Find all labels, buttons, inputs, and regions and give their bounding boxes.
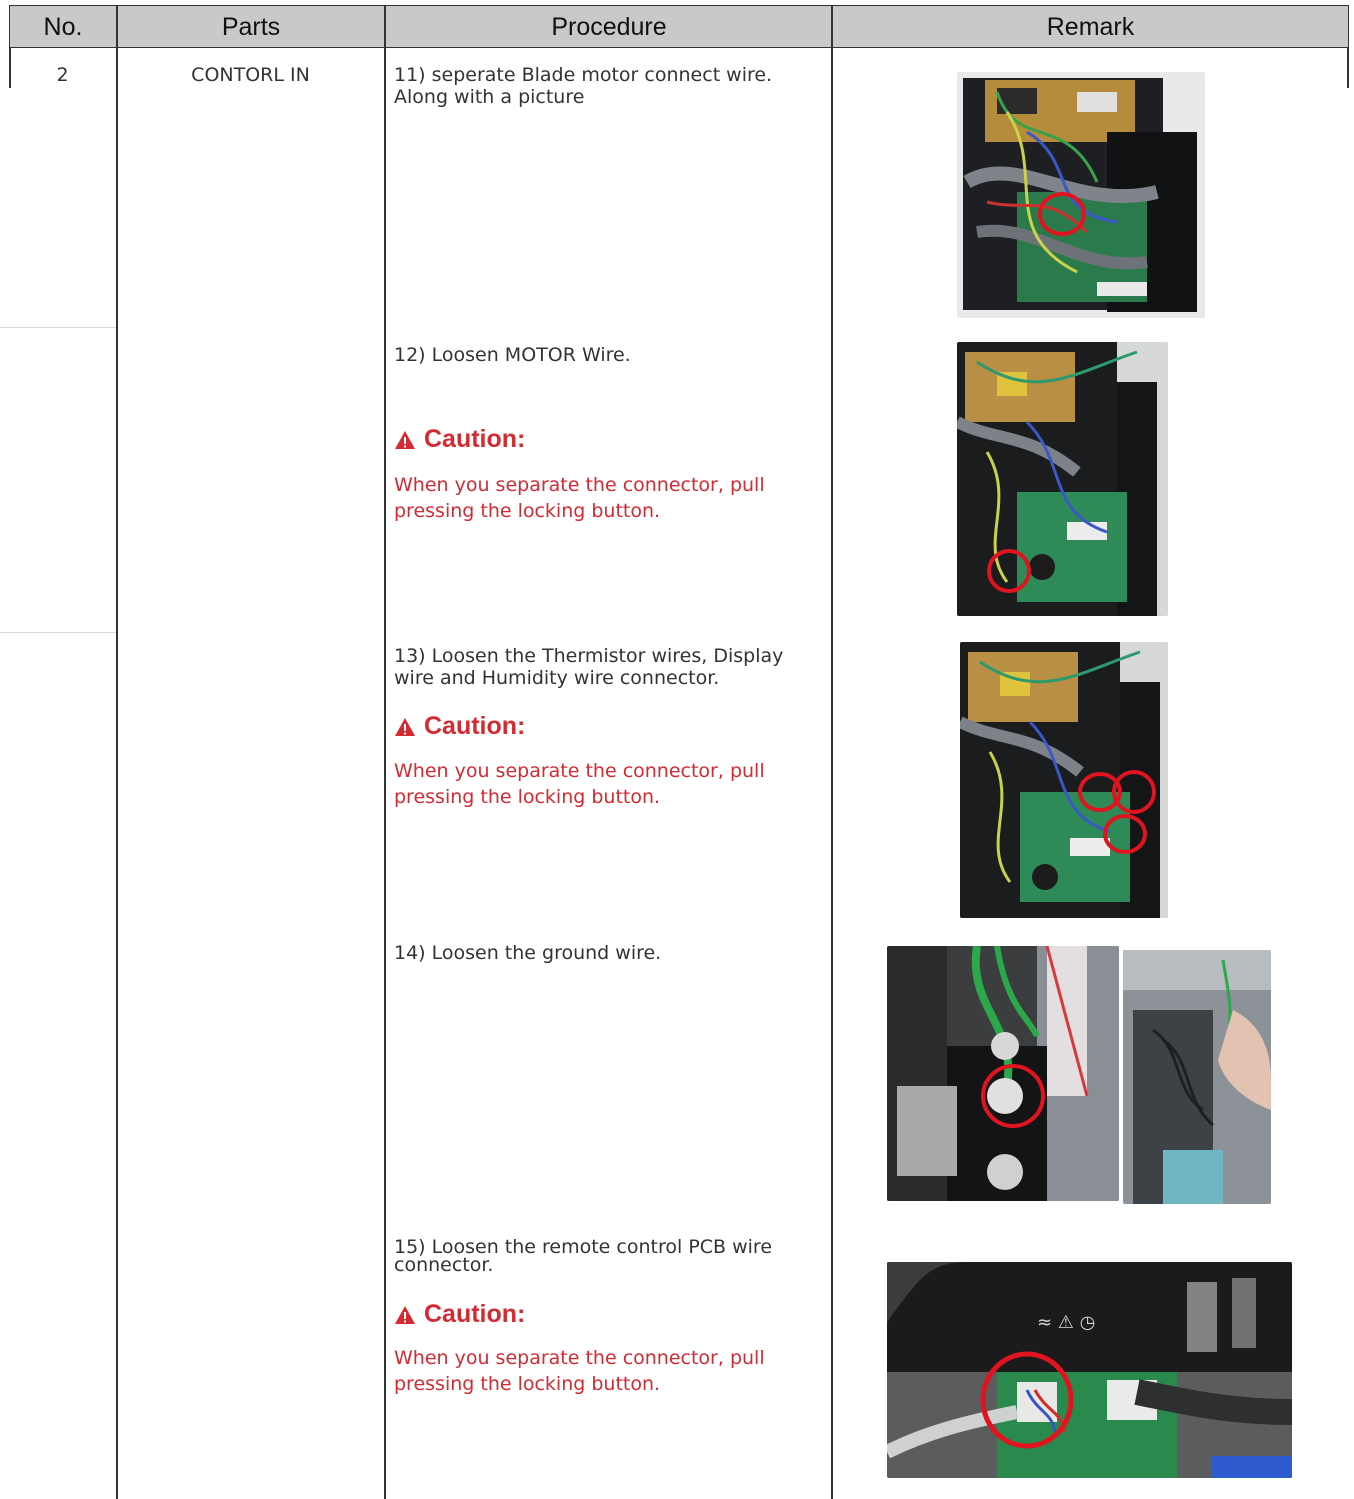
step-12-caution-title: Caution: xyxy=(394,425,525,454)
header-divider xyxy=(384,5,386,48)
step-11-text-line2: Along with a picture xyxy=(394,86,585,108)
row-separator xyxy=(0,327,116,328)
warning-triangle-icon xyxy=(395,430,415,449)
step-13-text-line1: 13) Loosen the Thermistor wires, Display xyxy=(394,645,784,667)
step-12-caution-body: When you separate the connector, pull pr… xyxy=(394,474,765,522)
caution-label: Caution: xyxy=(424,1300,526,1328)
column-divider xyxy=(1347,48,1349,88)
step-15-caution-body: When you separate the connector, pull pr… xyxy=(394,1347,765,1395)
photo-step-14-ground-wire-hand xyxy=(1123,950,1271,1204)
caution-label: Caution: xyxy=(424,712,526,740)
header-procedure: Procedure xyxy=(551,13,667,41)
column-divider xyxy=(116,48,118,1499)
svg-text:≈ ⚠ ◷: ≈ ⚠ ◷ xyxy=(1037,1312,1095,1333)
photo-step-12-motor-wire xyxy=(957,342,1168,616)
step-11-text-line1: 11) seperate Blade motor connect wire. xyxy=(394,64,773,86)
caution-label: Caution: xyxy=(424,425,526,453)
header-divider xyxy=(831,5,833,48)
warning-triangle-icon xyxy=(395,1305,415,1324)
step-13-caution-body: When you separate the connector, pull pr… xyxy=(394,760,765,808)
header-parts: Parts xyxy=(221,13,281,41)
photo-step-14-ground-wire xyxy=(887,946,1119,1201)
step-12-text: 12) Loosen MOTOR Wire. xyxy=(394,344,631,366)
table-header: No. Parts Procedure Remark xyxy=(9,5,1349,48)
step-13-text-line2: wire and Humidity wire connector. xyxy=(394,667,720,689)
column-divider xyxy=(831,48,833,1499)
warning-triangle-icon xyxy=(395,717,415,736)
step-13-caution-title: Caution: xyxy=(394,712,525,741)
photo-step-15-remote-pcb-connector: ≈ ⚠ ◷ xyxy=(887,1262,1292,1478)
step-15-caution-title: Caution: xyxy=(394,1300,525,1329)
photo-step-11-pcb-wiring xyxy=(957,72,1205,318)
header-remark: Remark xyxy=(1046,13,1135,41)
header-divider xyxy=(116,5,118,48)
step-15-text-line2: connector. xyxy=(394,1254,494,1276)
column-divider xyxy=(384,48,386,1499)
photo-step-13-thermistor-display-humidity xyxy=(960,642,1168,918)
header-no: No. xyxy=(43,13,83,41)
part-name: CONTORL IN xyxy=(191,64,310,86)
row-separator xyxy=(0,632,116,633)
row-number: 2 xyxy=(56,64,69,86)
step-14-text: 14) Loosen the ground wire. xyxy=(394,942,662,964)
